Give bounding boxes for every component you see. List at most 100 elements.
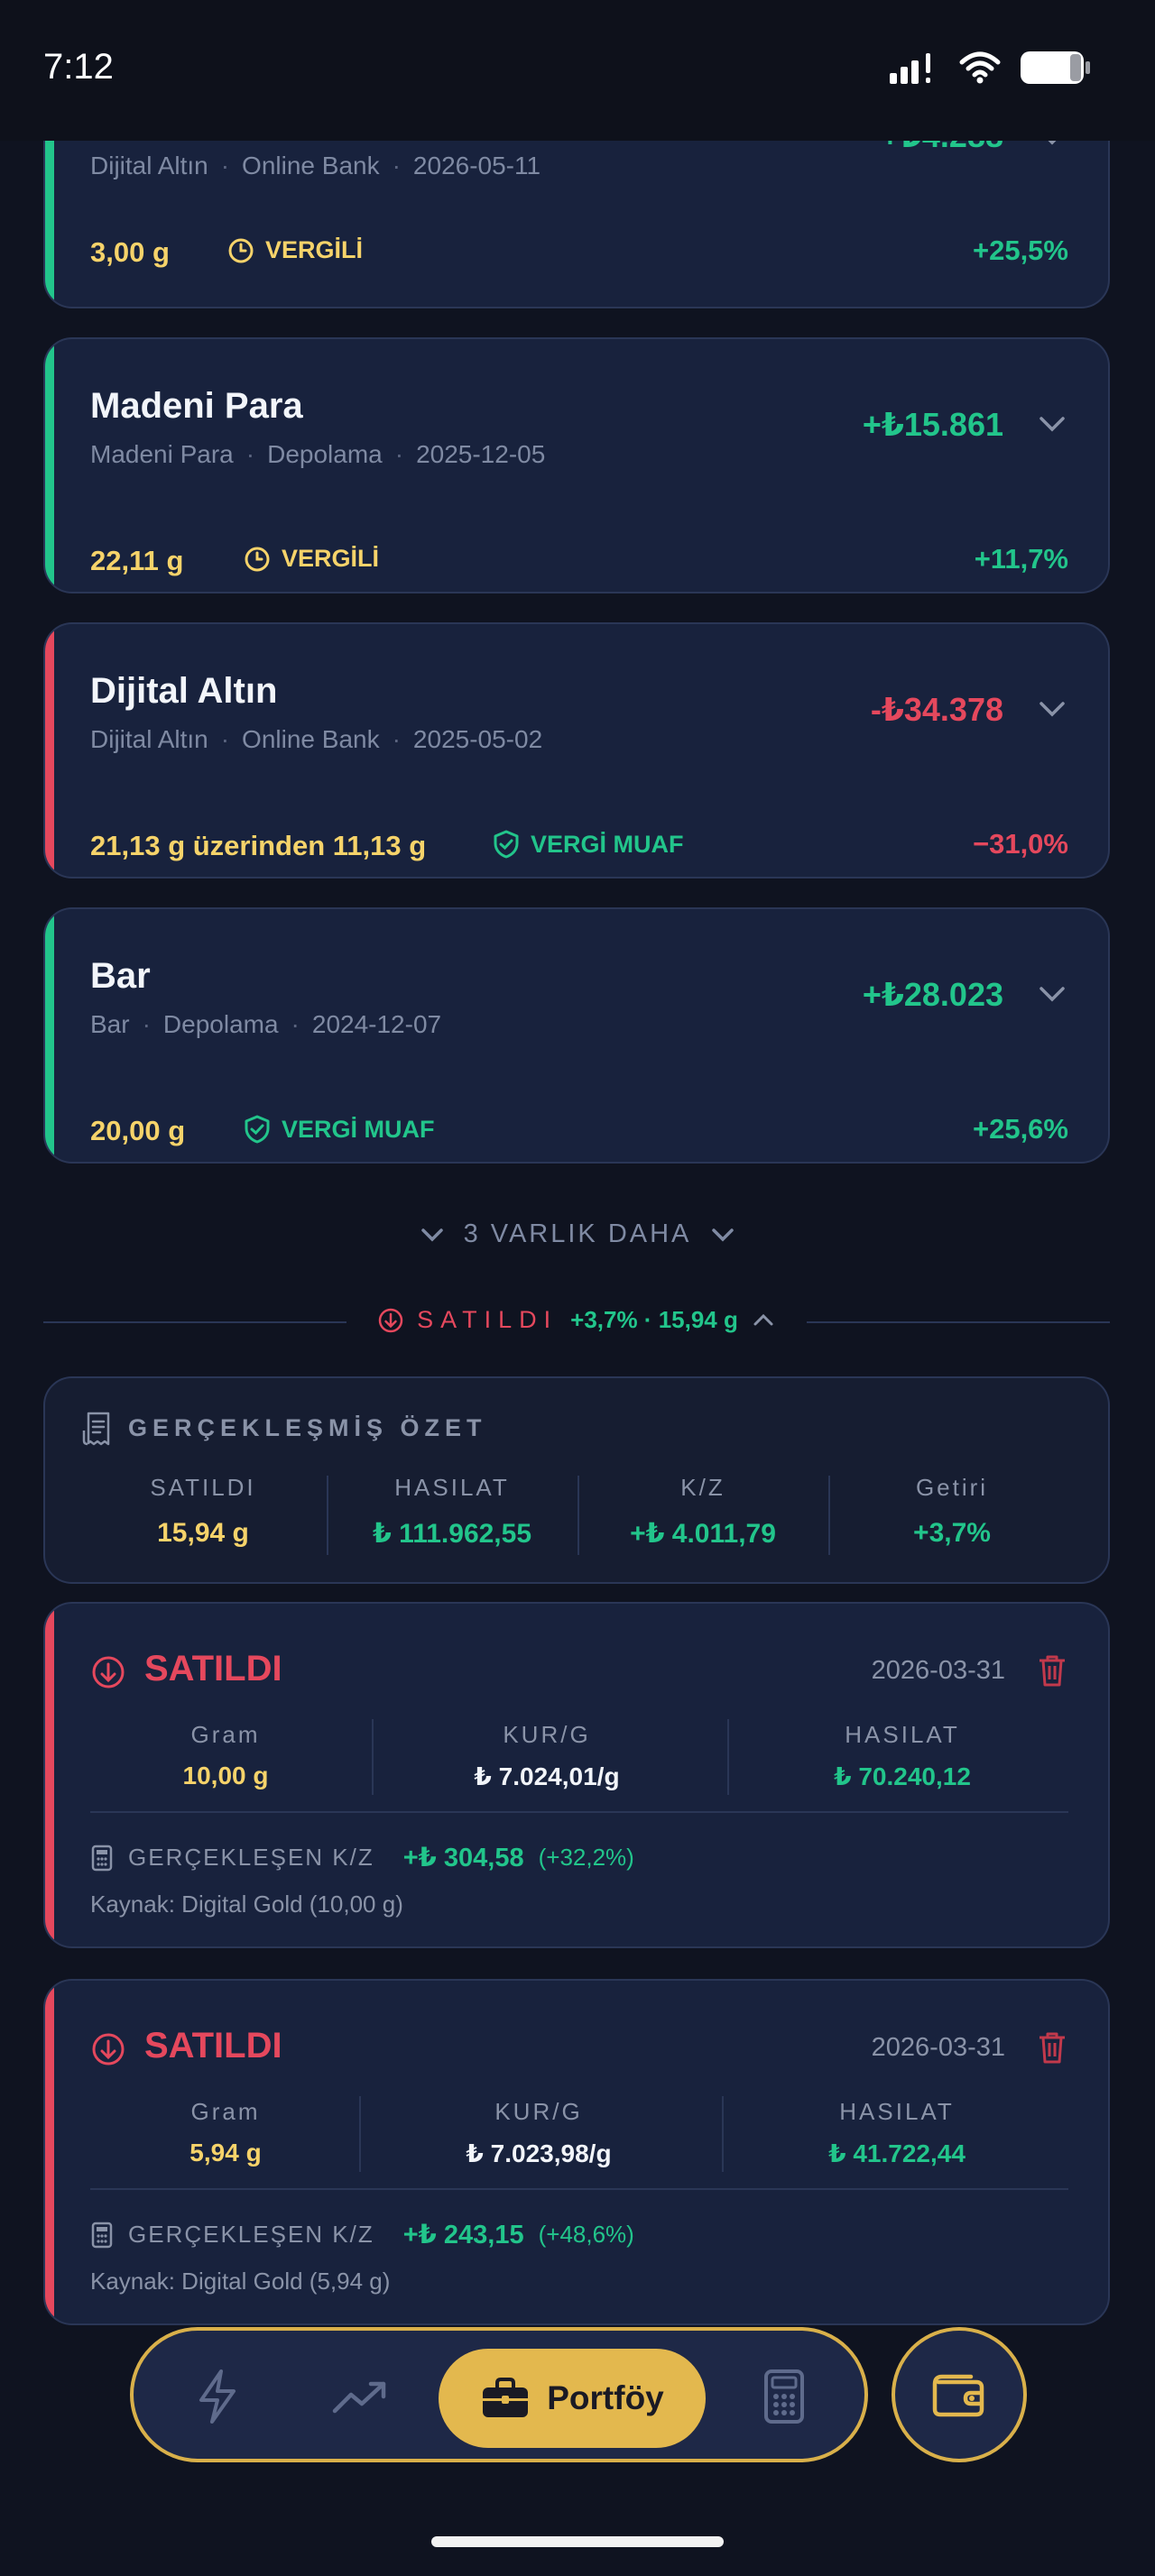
summary-sold: SATILDI 15,94 g [81, 1474, 325, 1549]
arrow-down-circle-icon [92, 2033, 125, 2065]
wifi-icon [959, 51, 1001, 84]
sale-date: 2026-03-31 [871, 2033, 1005, 2062]
sale-title: SATILDI [144, 1649, 282, 1688]
divider [359, 2096, 361, 2172]
nav-active-label: Portföy [547, 2379, 664, 2416]
holding-profit-loss: +₺15.861 [862, 406, 1003, 443]
calculator-icon [764, 2369, 804, 2424]
holding-card[interactable]: Madeni Para Madeni Para · Depolama · 2025-12… [43, 337, 1110, 593]
chevron-down-icon [420, 1228, 443, 1241]
divider [727, 1719, 729, 1795]
nav-item-signals[interactable] [186, 2365, 249, 2428]
summary-value: +3,7% [913, 1518, 991, 1548]
nav-item-market[interactable] [328, 2365, 392, 2428]
arrow-down-circle-icon [378, 1308, 403, 1332]
holding-date: 2024-12-07 [311, 1010, 442, 1038]
sale-label: KUR/G [494, 2098, 583, 2125]
cellular-signal-icon [890, 53, 930, 84]
sale-value: ₺ 7.024,01/g [474, 1762, 620, 1790]
holding-profit-loss: +₺28.023 [862, 976, 1003, 1013]
holding-date: 2026-05-11 [412, 152, 541, 179]
divider [722, 2096, 724, 2172]
tax-badge-label: VERGİ MUAF [282, 1115, 435, 1143]
chevron-down-icon [712, 1228, 735, 1241]
holding-percent: +25,6% [972, 1113, 1068, 1145]
chevron-down-icon[interactable] [1036, 978, 1068, 1010]
trash-icon[interactable] [1036, 1652, 1068, 1688]
sale-gram: Gram 10,00 g [90, 1721, 361, 1790]
shield-check-icon [494, 830, 519, 859]
status-icons [890, 51, 1092, 85]
nav-item-portfolio[interactable]: Portföy [439, 2349, 706, 2448]
sale-card: SATILDI 2026-03-31 Gram 10,00 g KUR/G ₺ … [43, 1602, 1110, 1948]
home-indicator[interactable] [431, 2536, 724, 2547]
show-more-assets-button[interactable]: 3 VARLIK DAHA [0, 1219, 1155, 1249]
sale-label: HASILAT [839, 2098, 955, 2125]
trash-icon[interactable] [1036, 2029, 1068, 2065]
summary-label: Getiri [915, 1474, 989, 1501]
gain-accent-bar [45, 339, 54, 592]
chevron-down-icon[interactable] [1036, 693, 1068, 725]
nav-item-calculator[interactable] [753, 2365, 816, 2428]
divider [90, 2188, 1068, 2190]
holding-location: Depolama [267, 440, 383, 468]
sold-section-label: SATILDI [417, 1306, 559, 1333]
sold-section-header: SATILDI +3,7% · 15,94 g [43, 1306, 1110, 1334]
holding-grams: 22,11 g [90, 545, 184, 576]
status-time: 7:12 [43, 47, 114, 87]
shield-check-icon [245, 1115, 270, 1144]
holding-title: Madeni Para [90, 386, 303, 426]
holding-meta: Dijital Altın · Online Bank · 2026-05-11 [90, 152, 541, 179]
summary-value: ₺ 111.962,55 [372, 1519, 532, 1549]
tax-exempt-badge: VERGİ MUAF [244, 1115, 435, 1144]
clock-icon [228, 238, 254, 262]
holding-card[interactable]: Dijital Altın Dijital Altın · Online Bank ·… [43, 622, 1110, 879]
tax-exempt-badge: VERGİ MUAF [493, 830, 684, 859]
summary-revenue: HASILAT ₺ 111.962,55 [330, 1474, 574, 1550]
sale-source: Kaynak: Digital Gold (10,00 g) [90, 1891, 403, 1918]
calculator-icon [91, 1845, 113, 1871]
divider [90, 1811, 1068, 1813]
summary-label: HASILAT [394, 1474, 510, 1501]
holding-type: Bar [90, 1010, 130, 1038]
wallet-button[interactable] [892, 2327, 1027, 2462]
briefcase-icon [483, 2378, 529, 2417]
sale-gram: Gram 5,94 g [90, 2098, 361, 2167]
holding-type: Madeni Para [90, 440, 234, 468]
divider [578, 1476, 579, 1555]
chevron-down-icon[interactable] [1036, 408, 1068, 440]
sale-label: Gram [190, 1721, 261, 1748]
holding-meta: Bar · Depolama · 2024-12-07 [90, 1010, 442, 1038]
holding-location: Online Bank [242, 725, 380, 753]
holding-percent: +25,5% [972, 235, 1068, 266]
wallet-icon [932, 2374, 984, 2417]
sale-title: SATILDI [144, 2026, 282, 2065]
sale-label: KUR/G [503, 1721, 591, 1748]
holding-type: Dijital Altın [90, 152, 208, 179]
chevron-up-icon [753, 1313, 773, 1325]
realized-pl-percent: (+48,6%) [538, 2221, 634, 2248]
holding-type: Dijital Altın [90, 725, 208, 753]
holding-date: 2025-05-02 [412, 725, 543, 753]
sale-value: 10,00 g [182, 1762, 269, 1789]
summary-value: 15,94 g [157, 1518, 249, 1548]
sale-label: HASILAT [845, 1721, 960, 1748]
holding-grams: 3,00 g [90, 236, 170, 268]
holding-card[interactable]: Bar Bar · Depolama · 2024-12-07 +₺28.023 20,… [43, 907, 1110, 1164]
realized-summary-card: GERÇEKLEŞMİŞ ÖZET SATILDI 15,94 g HASILA… [43, 1376, 1110, 1584]
sale-realized-pl: GERÇEKLEŞEN K/Z +₺ 243,15 (+48,6%) [90, 2219, 634, 2250]
loss-accent-bar [45, 1604, 54, 1946]
holding-grams: 20,00 g [90, 1115, 186, 1146]
realized-pl-percent: (+32,2%) [538, 1844, 634, 1871]
holding-date: 2025-12-05 [416, 440, 546, 468]
sale-rate: KUR/G ₺ 7.023,98/g [363, 2098, 715, 2168]
holding-meta: Dijital Altın · Online Bank · 2025-05-02 [90, 725, 543, 753]
calculator-icon [91, 2222, 113, 2248]
sold-section-toggle[interactable]: SATILDI +3,7% · 15,94 g [43, 1306, 1110, 1339]
holding-location: Depolama [162, 1010, 279, 1038]
loss-accent-bar [45, 1981, 54, 2323]
receipt-icon [82, 1412, 110, 1446]
sale-value: ₺ 70.240,12 [834, 1762, 971, 1790]
summary-label: SATILDI [150, 1474, 256, 1501]
holding-title: Bar [90, 956, 151, 996]
